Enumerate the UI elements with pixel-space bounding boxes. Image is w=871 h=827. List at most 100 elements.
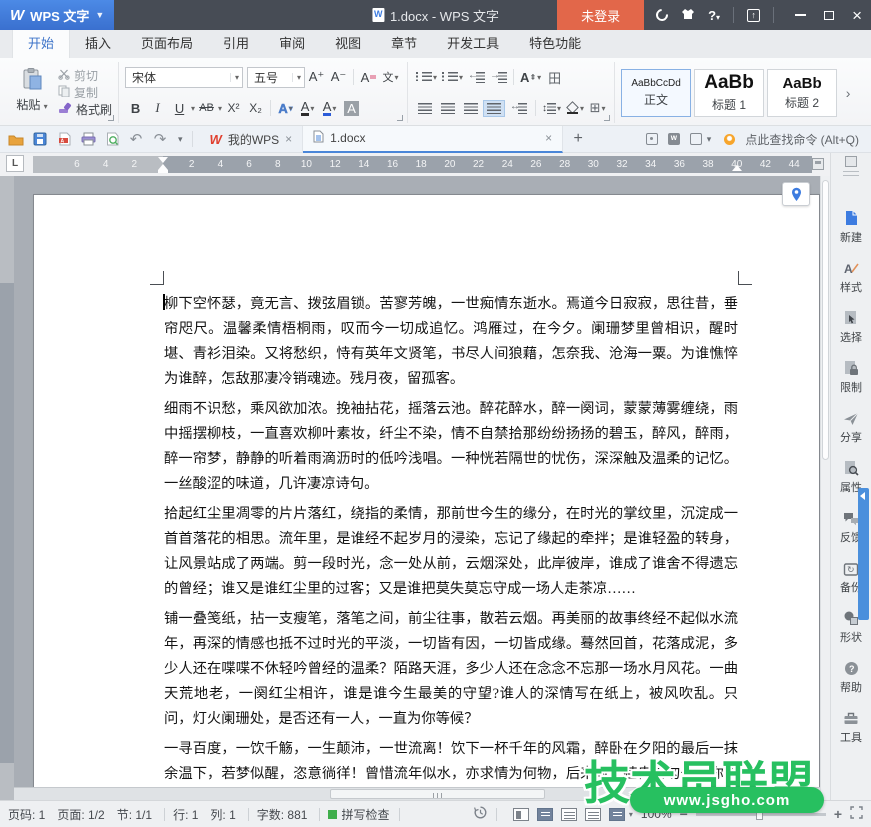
align-left-button[interactable] — [414, 100, 436, 117]
justify-button[interactable] — [483, 100, 505, 117]
decrease-indent-button[interactable]: ← — [466, 67, 487, 87]
copy-button[interactable]: 复制 — [58, 84, 112, 101]
customize-quickbar-icon[interactable]: ▾ — [175, 134, 186, 145]
location-pin-button[interactable] — [782, 182, 810, 206]
vertical-scrollbar-thumb[interactable] — [822, 180, 829, 460]
increase-indent-button[interactable]: → — [488, 67, 509, 87]
cut-button[interactable]: 剪切 — [58, 67, 112, 84]
more-styles-button[interactable]: › — [840, 85, 856, 101]
ribbon-tab[interactable]: 引用 — [208, 28, 264, 58]
view-fullscreen-button[interactable] — [513, 808, 529, 821]
dialog-launcher-icon[interactable] — [397, 115, 403, 121]
print-icon[interactable] — [79, 130, 97, 148]
close-tab-icon[interactable]: × — [545, 131, 552, 145]
export-pdf-icon[interactable]: A — [55, 130, 73, 148]
text-effects-button[interactable]: A▾ — [275, 98, 296, 118]
numbered-list-button[interactable]: ▾ — [440, 67, 465, 87]
right-indent-marker[interactable] — [732, 165, 742, 171]
horizontal-ruler[interactable]: 642 246810121416182022242628303234363840… — [33, 156, 812, 173]
ribbon-tab[interactable]: 章节 — [376, 28, 432, 58]
spellcheck-toggle[interactable]: 拼写检查 — [328, 806, 389, 823]
align-center-button[interactable] — [437, 100, 459, 117]
zoom-in-button[interactable]: + — [834, 806, 842, 822]
left-indent-marker[interactable] — [158, 170, 168, 173]
clear-format-button[interactable]: A — [358, 67, 379, 87]
subscript-button[interactable]: X₂ — [245, 98, 266, 118]
close-tab-icon[interactable]: × — [285, 132, 292, 146]
superscript-button[interactable]: X² — [223, 98, 244, 118]
status-word-count[interactable]: 字数: 881 — [257, 806, 308, 823]
bullet-list-button[interactable]: ▾ — [414, 67, 439, 87]
ribbon-tab[interactable]: 开始 — [12, 27, 70, 58]
find-command-hint[interactable]: 点此查找命令 (Alt+Q) — [745, 131, 859, 148]
view-outline-button[interactable] — [561, 808, 577, 821]
rail-item-tools[interactable]: 工具 — [831, 703, 871, 753]
strikethrough-button[interactable]: AB — [196, 98, 217, 118]
new-tab-button[interactable]: + — [563, 130, 593, 148]
shrink-font-button[interactable]: A⁻ — [328, 67, 349, 87]
paste-button[interactable]: 粘贴 ▾ — [10, 64, 54, 121]
rail-item-new[interactable]: 新建 — [831, 203, 871, 253]
tab-document[interactable]: 1.docx × — [303, 126, 563, 153]
minimize-button[interactable] — [786, 0, 815, 30]
close-button[interactable]: × — [843, 0, 871, 30]
upload-icon[interactable]: ↑ — [747, 9, 760, 22]
dialog-launcher-icon[interactable] — [604, 115, 610, 121]
first-line-indent-marker[interactable] — [158, 157, 168, 163]
vertical-ruler[interactable] — [0, 176, 14, 800]
document-canvas[interactable]: 柳下空怀瑟，竟无言、拨弦眉锁。苦寥芳魄，一世痴情东逝水。焉道今日寂寂，思往昔，垂… — [14, 176, 820, 800]
tab-my-wps[interactable]: W 我的WPS × — [200, 126, 304, 153]
refresh-icon[interactable] — [654, 7, 671, 24]
rail-item-help[interactable]: ? 帮助 — [831, 653, 871, 703]
ribbon-tab[interactable]: 特色功能 — [514, 28, 596, 58]
distribute-button[interactable]: ↔ — [506, 100, 531, 117]
rail-item-styles[interactable]: A 样式 — [831, 253, 871, 303]
document-text[interactable]: 柳下空怀瑟，竟无言、拨弦眉锁。苦寥芳魄，一世痴情东逝水。焉道今日寂寂，思往昔，垂… — [164, 292, 738, 800]
style-heading2[interactable]: AaBb 标题 2 — [767, 69, 837, 117]
redo-icon[interactable]: ↷ — [151, 130, 169, 148]
ribbon-tab[interactable]: 开发工具 — [432, 28, 514, 58]
style-normal[interactable]: AaBbCcDd 正文 — [621, 69, 691, 117]
dialog-launcher-icon[interactable] — [108, 115, 114, 121]
wps-cloud-mini-icon[interactable]: w — [668, 133, 680, 145]
vertical-scrollbar[interactable] — [820, 176, 830, 800]
ribbon-tab[interactable]: 审阅 — [264, 28, 320, 58]
line-spacing-button[interactable]: ↕▾ — [540, 98, 563, 118]
help-icon[interactable]: ?▾ — [708, 8, 720, 23]
document-paragraph[interactable]: 拾起红尘里凋零的片片落红，绕指的柔情，那前世今生的缘分，在时光的掌纹里，沉淀成一… — [164, 502, 738, 602]
print-preview-icon[interactable] — [103, 130, 121, 148]
app-menu-button[interactable]: W WPS 文字 ▼ — [0, 0, 114, 30]
grow-font-button[interactable]: A⁺ — [306, 67, 327, 87]
phonetic-guide-button[interactable]: 文▾ — [380, 67, 401, 87]
font-color-button[interactable]: A▾ — [319, 98, 340, 118]
ribbon-tab[interactable]: 视图 — [320, 28, 376, 58]
horizontal-scrollbar-thumb[interactable] — [330, 789, 545, 799]
font-size-select[interactable]: 五号▾ — [247, 67, 305, 88]
rail-item-restrict[interactable]: 限制 — [831, 353, 871, 403]
document-paragraph[interactable]: 柳下空怀瑟，竟无言、拨弦眉锁。苦寥芳魄，一世痴情东逝水。焉道今日寂寂，思往昔，垂… — [164, 292, 738, 392]
highlight-color-button[interactable]: A▾ — [297, 98, 318, 118]
style-heading1[interactable]: AaBb 标题 1 — [694, 69, 764, 117]
login-button[interactable]: 未登录 — [557, 0, 644, 30]
align-right-button[interactable] — [460, 100, 482, 117]
document-paragraph[interactable]: 铺一叠笺纸，拈一支瘦笔，落笔之间，前尘往事，散若云烟。再美丽的故事终经不起似水流… — [164, 607, 738, 732]
save-icon[interactable] — [31, 130, 49, 148]
underline-button[interactable]: U — [169, 98, 190, 118]
history-icon[interactable] — [473, 805, 488, 823]
layout-switch-mini-icon[interactable] — [690, 133, 702, 145]
text-tools-button[interactable]: A⇞▾ — [518, 67, 543, 87]
document-paragraph[interactable]: 细雨不识愁，乘风欲加浓。挽袖拈花，摇落云池。醉花醉水，醉一阕词，蒙蒙薄雾缠绕，雨… — [164, 397, 738, 497]
view-page-layout-button[interactable] — [537, 808, 553, 821]
open-file-icon[interactable] — [7, 130, 25, 148]
maximize-button[interactable] — [815, 0, 843, 30]
char-shading-button[interactable]: A — [341, 98, 362, 118]
panel-mini-icon[interactable] — [845, 156, 857, 167]
rail-collapse-handle[interactable] — [843, 171, 859, 176]
italic-button[interactable]: I — [147, 98, 168, 118]
rail-item-share[interactable]: 分享 — [831, 403, 871, 453]
page-setup-icon[interactable] — [812, 158, 824, 170]
fit-page-icon[interactable] — [850, 806, 863, 822]
task-pane-expand-handle[interactable] — [858, 488, 869, 620]
skin-icon[interactable] — [681, 8, 695, 23]
shading-button[interactable]: ▾ — [564, 98, 586, 118]
